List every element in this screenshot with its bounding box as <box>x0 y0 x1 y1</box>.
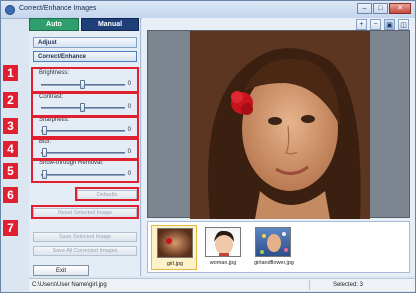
single-view-icon[interactable]: ▣ <box>384 19 395 30</box>
correct-enhance-button[interactable]: Correct/Enhance <box>33 51 137 62</box>
adjust-button[interactable]: Adjust <box>33 37 137 48</box>
exit-button[interactable]: Exit <box>33 265 89 276</box>
callout-box-reset <box>31 205 139 219</box>
thumbnail-girlandflower[interactable]: girlandflower.jpg <box>249 225 299 270</box>
tab-manual[interactable]: Manual <box>81 18 139 31</box>
save-selected-image-button[interactable]: Save Selected Image <box>33 232 137 242</box>
thumbnail-label: woman.jpg <box>209 260 237 266</box>
thumbnail-label: girl.jpg <box>166 261 184 267</box>
thumbnail-image <box>157 228 193 258</box>
close-button[interactable]: ✕ <box>389 3 411 14</box>
callout-badge-4: 4 <box>3 141 18 157</box>
callout-box-sharpness <box>31 116 139 138</box>
preview-photo <box>190 31 370 219</box>
zoom-in-icon[interactable]: + <box>356 19 367 30</box>
thumbnail-strip: girl.jpg woman.jpg girlandflower.jpg <box>147 221 410 273</box>
compare-view-icon[interactable]: ◫ <box>398 19 409 30</box>
callout-box-brightness <box>31 67 139 93</box>
thumbnail-image <box>205 227 241 257</box>
thumbnail-label: girlandflower.jpg <box>254 260 294 266</box>
image-preview[interactable] <box>147 30 410 219</box>
callout-badge-3: 3 <box>3 118 18 134</box>
thumbnail-image <box>255 227 291 257</box>
thumbnail-woman[interactable]: woman.jpg <box>200 225 246 270</box>
minimize-button[interactable]: – <box>357 3 372 14</box>
callout-badge-2: 2 <box>3 92 18 108</box>
maximize-button[interactable]: □ <box>373 3 388 14</box>
callout-badge-7: 7 <box>3 220 18 236</box>
save-all-corrected-images-button[interactable]: Save All Corrected Images <box>33 246 137 256</box>
title-bar: Correct/Enhance Images – □ ✕ <box>1 1 415 19</box>
status-bar: C:\Users\User Name\girl.jpg Selected: 3 <box>29 278 415 291</box>
callout-badge-5: 5 <box>3 163 18 179</box>
app-window: Correct/Enhance Images – □ ✕ 1 2 3 4 5 6… <box>0 0 416 293</box>
zoom-out-icon[interactable]: − <box>370 19 381 30</box>
callout-box-show-through <box>31 159 139 183</box>
tab-auto[interactable]: Auto <box>29 18 79 31</box>
callout-box-defaults <box>75 187 139 201</box>
callout-badge-1: 1 <box>3 65 18 81</box>
callout-box-blur <box>31 138 139 160</box>
window-controls: – □ ✕ <box>357 3 411 14</box>
status-divider <box>309 280 310 290</box>
callout-box-contrast <box>31 92 139 117</box>
status-selected-count: Selected: 3 <box>332 282 363 288</box>
callout-badge-6: 6 <box>3 187 18 203</box>
main-area: + − ▣ ◫ girl.jpg woman.jpg girlandflower… <box>142 18 415 276</box>
app-icon <box>5 5 15 15</box>
view-toolbar: + − ▣ ◫ <box>356 19 409 30</box>
status-path: C:\Users\User Name\girl.jpg <box>32 282 107 288</box>
thumbnail-girl[interactable]: girl.jpg <box>151 225 197 270</box>
window-title: Correct/Enhance Images <box>19 5 97 12</box>
